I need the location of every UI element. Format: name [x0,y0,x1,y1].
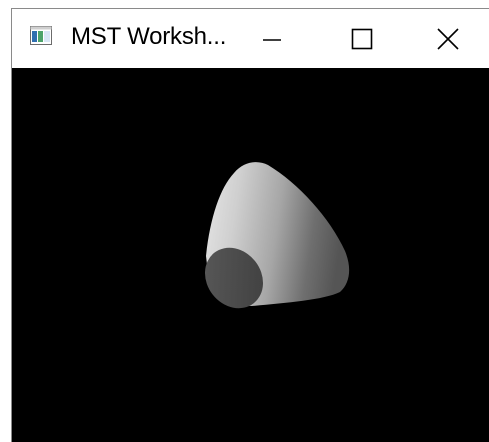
maximize-button[interactable] [317,9,407,68]
application-window: MST Worksh... [0,0,489,442]
window-title: MST Worksh... [71,23,227,50]
close-icon [437,27,459,50]
opengl-viewport[interactable] [12,68,489,442]
minimize-icon [263,38,281,41]
app-window-icon [30,26,52,45]
minimize-button[interactable] [227,9,317,68]
title-bar[interactable]: MST Worksh... [12,9,489,68]
close-button[interactable] [407,9,489,68]
maximize-icon [351,28,373,49]
3d-scene [205,162,350,309]
